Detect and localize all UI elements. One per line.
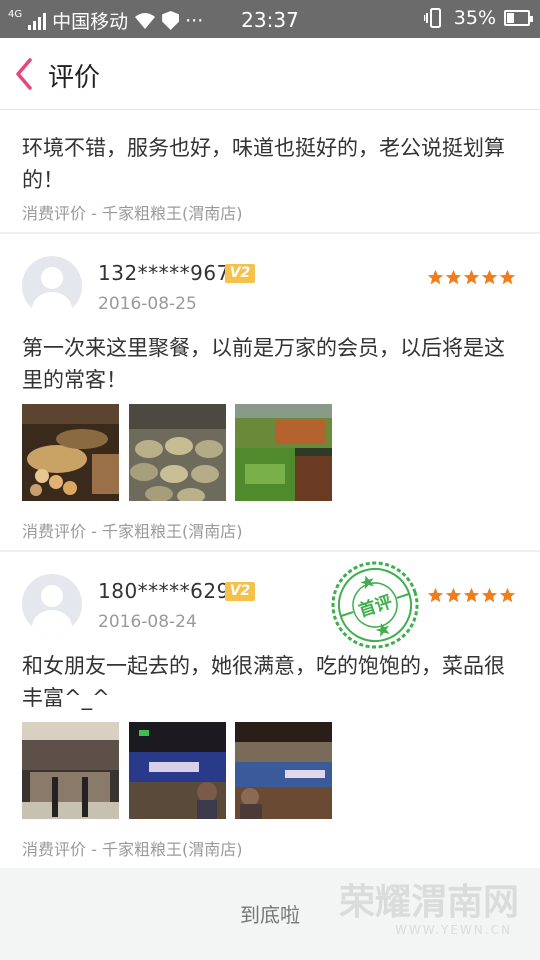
review-photo[interactable] (129, 722, 226, 819)
review-content: 第一次来这里聚餐，以前是万家的会员，以后将是这 里的常客！ (22, 332, 518, 396)
star-rating (427, 587, 516, 604)
vibrate-icon (423, 8, 441, 28)
review-photo[interactable] (22, 404, 119, 501)
back-arrow-icon[interactable] (12, 56, 36, 92)
battery-percent: 35% (453, 7, 496, 29)
star-icon (427, 587, 444, 603)
status-right: 35% (423, 7, 533, 29)
star-icon (499, 587, 516, 603)
site-watermark-logo: 荣耀渭南网 WWW.YEWN.CN (339, 882, 519, 937)
review-photo[interactable] (22, 722, 119, 819)
vip-badge: V2 (225, 264, 255, 283)
status-bar: 4G 中国移动 ··· 23:37 35% (0, 0, 540, 38)
review-source[interactable]: 消费评价 - 千家粗粮王(渭南店) (22, 518, 242, 542)
review-date: 2016-08-24 (98, 612, 197, 632)
page-title: 评价 (48, 63, 101, 93)
star-icon (445, 587, 462, 603)
review-date: 2016-08-25 (98, 294, 197, 314)
review-source[interactable]: 消费评价 - 千家粗粮王(渭南店) (22, 836, 242, 860)
battery-icon (504, 10, 533, 26)
vip-badge: V2 (225, 582, 255, 601)
star-icon (463, 269, 480, 285)
battery-level (507, 13, 514, 23)
review-content: 和女朋友一起去的，她很满意，吃的饱饱的，菜品很 丰富^_^ (22, 650, 518, 714)
divider (0, 550, 540, 552)
app-header: 评价 (0, 38, 540, 110)
star-icon (499, 269, 516, 285)
first-review-stamp: 首评 (331, 561, 419, 649)
watermark-sub-text: WWW.YEWN.CN (395, 923, 512, 937)
reviewer-name: 180*****629 (98, 579, 230, 603)
stamp-text: 首评 (356, 591, 395, 621)
star-icon (463, 587, 480, 603)
review-source[interactable]: 消费评价 - 千家粗粮王(渭南店) (22, 200, 242, 224)
review-text-line: 里的常客！ (22, 368, 127, 392)
review-text-line: 和女朋友一起去的，她很满意，吃的饱饱的，菜品很 (22, 654, 505, 678)
star-rating (427, 269, 516, 286)
review-text-line: 第一次来这里聚餐，以前是万家的会员，以后将是这 (22, 336, 505, 360)
star-icon (481, 269, 498, 285)
review-list[interactable]: 环境不错，服务也好，味道也挺好的，老公说挺划算 的！ 消费评价 - 千家粗粮王(… (0, 110, 540, 868)
review-photo[interactable] (235, 722, 332, 819)
review-photo[interactable] (129, 404, 226, 501)
list-end-footer: 到底啦 荣耀渭南网 WWW.YEWN.CN (0, 868, 540, 960)
star-icon (427, 269, 444, 285)
review-photo[interactable] (235, 404, 332, 501)
review-text-line: 环境不错，服务也好，味道也挺好的，老公说挺划算 (22, 136, 505, 160)
watermark-main-text: 荣耀渭南网 (339, 882, 519, 923)
review-content: 环境不错，服务也好，味道也挺好的，老公说挺划算 的！ (22, 132, 518, 196)
reviewer-name: 132*****967 (98, 261, 230, 285)
star-icon (481, 587, 498, 603)
review-text-line: 的！ (22, 168, 64, 192)
star-icon (445, 269, 462, 285)
divider (0, 232, 540, 234)
avatar[interactable] (22, 574, 82, 634)
review-text-line: 丰富^_^ (22, 686, 110, 710)
avatar[interactable] (22, 256, 82, 316)
